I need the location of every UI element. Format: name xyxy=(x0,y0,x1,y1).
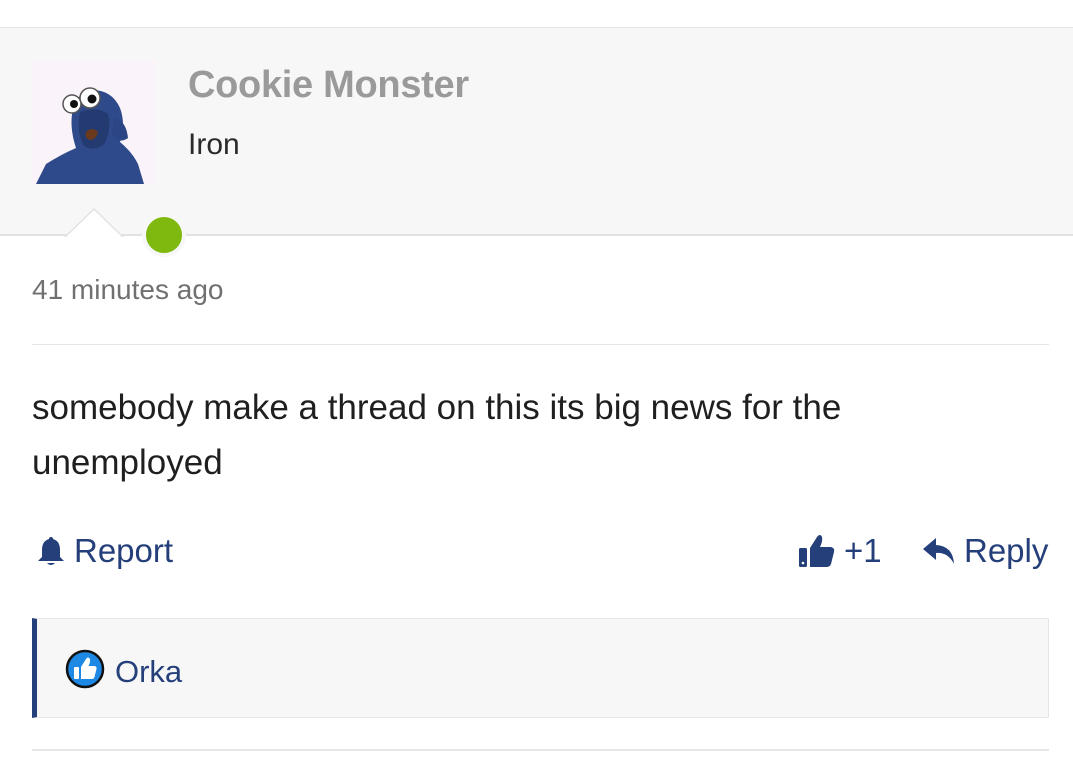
thumbs-up-icon xyxy=(798,533,836,569)
avatar-image xyxy=(32,60,156,184)
bell-icon xyxy=(36,535,66,567)
like-count: +1 xyxy=(844,532,882,569)
thumbs-up-badge-icon xyxy=(65,649,105,694)
divider xyxy=(32,344,1049,345)
reply-arrow-icon xyxy=(922,536,956,566)
post-author-header xyxy=(0,27,1073,236)
report-button[interactable]: Report xyxy=(36,532,173,570)
post-body: somebody make a thread on this its big n… xyxy=(32,388,842,482)
author-name[interactable]: Cookie Monster xyxy=(188,64,469,107)
reaction-item[interactable]: Orka xyxy=(65,649,182,694)
reaction-user-name[interactable]: Orka xyxy=(115,654,182,690)
header-pointer xyxy=(64,208,124,237)
report-label: Report xyxy=(74,532,174,569)
like-button[interactable]: +1 xyxy=(798,532,882,570)
forum-post: Cookie Monster Iron 41 minutes ago someb… xyxy=(0,0,1073,760)
avatar[interactable] xyxy=(32,60,186,257)
reactions-panel: Orka xyxy=(32,618,1049,718)
post-timestamp[interactable]: 41 minutes ago xyxy=(32,274,223,306)
online-status-indicator xyxy=(142,213,186,257)
reply-button[interactable]: Reply xyxy=(922,532,1048,570)
reply-label: Reply xyxy=(964,532,1049,569)
bottom-divider xyxy=(32,749,1049,751)
author-rank: Iron xyxy=(188,128,240,161)
